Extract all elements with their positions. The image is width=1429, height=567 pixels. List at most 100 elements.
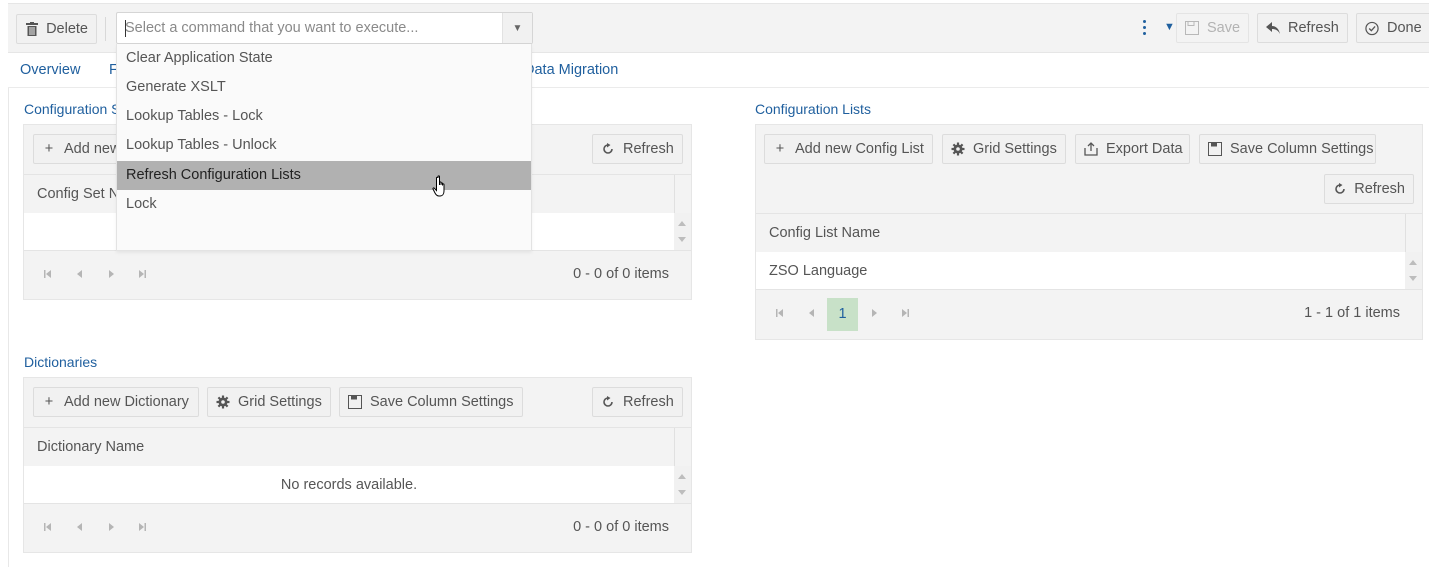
export-data-label: Export Data	[1106, 141, 1183, 157]
next-page-icon[interactable]	[106, 269, 116, 279]
floppy-disk-icon	[1208, 142, 1222, 156]
tab-overview[interactable]: Overview	[20, 62, 80, 78]
dictionaries-grid-settings-button[interactable]: Grid Settings	[207, 387, 331, 417]
gear-icon	[216, 395, 230, 409]
next-page-icon[interactable]	[106, 522, 116, 532]
trash-icon	[25, 22, 38, 36]
floppy-disk-icon	[1185, 21, 1199, 35]
command-select[interactable]: ▼	[116, 12, 533, 44]
refresh-icon	[1333, 182, 1346, 196]
save-columns-label: Save Column Settings	[370, 394, 514, 410]
dictionaries-refresh-button[interactable]: Refresh	[592, 387, 683, 417]
refresh-icon	[601, 395, 615, 409]
add-dictionary-label: Add new Dictionary	[64, 394, 189, 410]
command-input[interactable]	[117, 13, 503, 43]
last-page-icon[interactable]	[900, 308, 910, 318]
dictionaries-body: No records available.	[24, 466, 691, 504]
text-caret	[125, 20, 126, 37]
save-button[interactable]: Save	[1176, 13, 1249, 43]
refresh-button[interactable]: Refresh	[1257, 13, 1348, 43]
add-config-list-button[interactable]: + Add new Config List	[764, 134, 933, 164]
dictionaries-grid: + Add new Dictionary Grid Settings Save …	[23, 377, 692, 553]
tab-data-migration[interactable]: Data Migration	[524, 62, 618, 78]
command-dropdown-list: Clear Application State Generate XSLT Lo…	[116, 44, 532, 251]
dictionaries-header: Dictionary Name	[24, 427, 691, 467]
dictionaries-pager: 0 - 0 of 0 items	[24, 504, 691, 552]
no-records-message: No records available.	[280, 477, 418, 493]
command-option-generate-xslt[interactable]: Generate XSLT	[117, 73, 531, 102]
pager-info: 1 - 1 of 1 items	[1304, 305, 1400, 321]
command-option-lookup-tables-unlock[interactable]: Lookup Tables - Unlock	[117, 131, 531, 160]
command-option-lock[interactable]: Lock	[117, 190, 531, 219]
scroll-down-icon[interactable]	[678, 237, 686, 242]
config-lists-pager: 1 1 - 1 of 1 items	[756, 290, 1422, 338]
config-lists-header: Config List Name	[756, 213, 1422, 253]
export-icon	[1084, 142, 1098, 156]
scroll-up-icon[interactable]	[678, 474, 686, 479]
column-header-dictionary-name[interactable]: Dictionary Name	[37, 439, 144, 455]
vertical-scrollbar[interactable]	[674, 466, 691, 503]
prev-page-icon[interactable]	[807, 308, 817, 318]
gear-icon	[951, 142, 965, 156]
refresh-icon	[601, 142, 615, 156]
config-lists-body: ZSO Language	[756, 252, 1422, 290]
command-dropdown-arrow-icon[interactable]: ▼	[502, 13, 532, 43]
export-data-button[interactable]: Export Data	[1075, 134, 1190, 164]
header-scroll-spacer	[674, 175, 691, 213]
config-lists-title: Configuration Lists	[755, 101, 871, 117]
add-config-set-label: Add new	[64, 141, 121, 157]
dictionaries-refresh-label: Refresh	[623, 394, 674, 410]
first-page-icon[interactable]	[43, 522, 53, 532]
done-label: Done	[1387, 20, 1422, 36]
next-page-icon[interactable]	[869, 308, 879, 318]
grid-settings-label: Grid Settings	[973, 141, 1057, 157]
first-page-icon[interactable]	[775, 308, 785, 318]
scroll-down-icon[interactable]	[1409, 276, 1417, 281]
done-button[interactable]: Done	[1356, 13, 1429, 43]
delete-label: Delete	[46, 21, 88, 37]
scroll-down-icon[interactable]	[678, 490, 686, 495]
command-option-lookup-tables-lock[interactable]: Lookup Tables - Lock	[117, 102, 531, 131]
command-option-clear-application-state[interactable]: Clear Application State	[117, 44, 531, 73]
dictionaries-title: Dictionaries	[24, 354, 98, 370]
plus-icon: +	[775, 141, 785, 157]
config-lists-save-columns-button[interactable]: Save Column Settings	[1199, 134, 1376, 164]
pager-info: 0 - 0 of 0 items	[573, 266, 669, 282]
header-scroll-spacer	[1405, 214, 1422, 252]
config-lists-grid-settings-button[interactable]: Grid Settings	[942, 134, 1066, 164]
config-sets-refresh-button[interactable]: Refresh	[592, 134, 683, 164]
page-number-button[interactable]: 1	[827, 298, 858, 331]
refresh-label: Refresh	[1288, 20, 1339, 36]
plus-icon: +	[44, 141, 54, 157]
toolbar-separator	[105, 17, 106, 41]
vertical-scrollbar[interactable]	[1405, 252, 1422, 289]
last-page-icon[interactable]	[137, 522, 147, 532]
plus-icon: +	[44, 394, 54, 410]
config-lists-refresh-button[interactable]: Refresh	[1324, 174, 1414, 204]
scroll-up-icon[interactable]	[678, 221, 686, 226]
more-options-icon[interactable]	[1138, 20, 1150, 40]
scroll-up-icon[interactable]	[1409, 260, 1417, 265]
floppy-disk-icon	[348, 395, 362, 409]
column-header-config-list-name[interactable]: Config List Name	[769, 225, 880, 241]
config-lists-grid: + Add new Config List Grid Settings Expo…	[755, 124, 1423, 340]
add-dictionary-button[interactable]: + Add new Dictionary	[33, 387, 199, 417]
add-config-list-label: Add new Config List	[795, 141, 924, 157]
save-label: Save	[1207, 20, 1241, 36]
table-row[interactable]: ZSO Language	[769, 263, 867, 279]
command-option-refresh-configuration-lists[interactable]: Refresh Configuration Lists	[117, 161, 531, 190]
header-scroll-spacer	[674, 428, 691, 466]
last-page-icon[interactable]	[137, 269, 147, 279]
grid-settings-label: Grid Settings	[238, 394, 322, 410]
prev-page-icon[interactable]	[75, 269, 85, 279]
left-divider	[8, 88, 9, 567]
config-sets-refresh-label: Refresh	[623, 141, 674, 157]
vertical-scrollbar[interactable]	[674, 213, 691, 250]
check-circle-icon	[1365, 21, 1379, 35]
dictionaries-save-columns-button[interactable]: Save Column Settings	[339, 387, 523, 417]
delete-button[interactable]: Delete	[16, 14, 97, 44]
first-page-icon[interactable]	[43, 269, 53, 279]
caret-down-icon[interactable]: ▼	[1164, 21, 1175, 33]
config-sets-pager: 0 - 0 of 0 items	[24, 251, 691, 299]
prev-page-icon[interactable]	[75, 522, 85, 532]
